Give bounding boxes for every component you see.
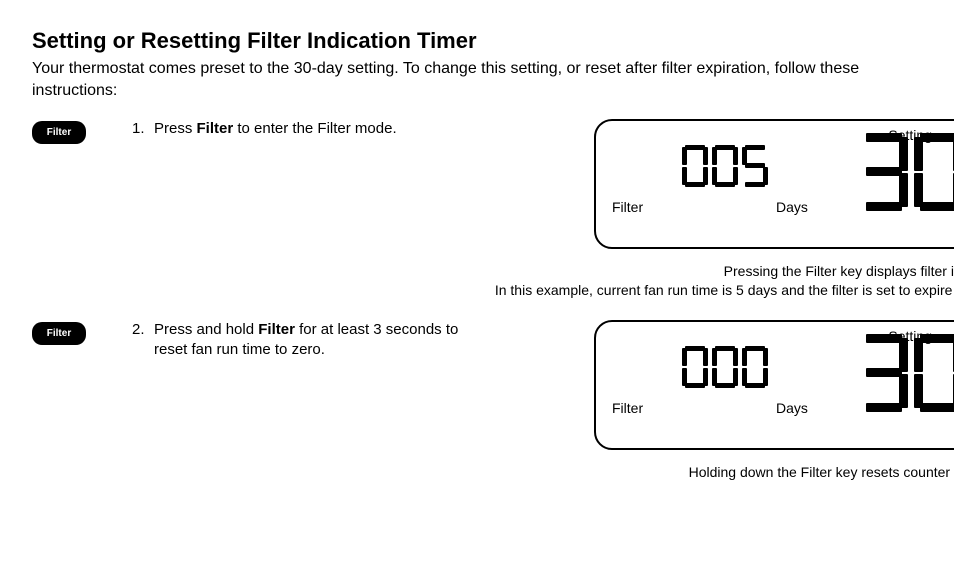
lcd-days-value [682,145,768,187]
step-text-part: to enter the Filter mode. [233,120,396,137]
lcd-days-label: Days [776,199,808,215]
caption-line: Pressing the Filter key displays filter … [724,263,954,279]
step-row: Filter 1. Press Filter to enter the Filt… [32,119,922,314]
caption-line: Holding down the Filter key resets count… [689,464,954,480]
step-number: 2. [132,320,154,361]
lcd-filter-label: Filter [612,199,643,215]
step-text-bold: Filter [197,120,234,137]
caption-line: In this example, current fan run time is… [495,282,954,298]
figure-caption: Holding down the Filter key resets count… [484,463,954,482]
step-text: Press Filter to enter the Filter mode. [154,119,472,139]
lcd-days-label: Days [776,400,808,416]
figure-id: M14578 [590,450,954,463]
figure-caption: Pressing the Filter key displays filter … [484,262,954,300]
lcd-days-value [682,346,768,388]
lcd-setting-value [860,133,954,211]
step-text-part: Press and hold [154,321,258,338]
step-number: 1. [132,119,154,139]
figure-id: M14577 [590,249,954,262]
step-row: Filter 2. Press and hold Filter for at l… [32,320,922,496]
filter-button-icon: Filter [32,322,86,345]
lcd-setting-value [860,334,954,412]
lcd-filter-label: Filter [612,400,643,416]
intro-text: Your thermostat comes preset to the 30-d… [32,58,922,101]
step-text-part: Press [154,120,197,137]
step-text: Press and hold Filter for at least 3 sec… [154,320,472,361]
step-text-bold: Filter [258,321,295,338]
filter-button-icon: Filter [32,121,86,144]
page-title: Setting or Resetting Filter Indication T… [32,28,922,54]
lcd-display: Setting Filter Days [594,119,954,249]
lcd-display: Setting Filter Days [594,320,954,450]
